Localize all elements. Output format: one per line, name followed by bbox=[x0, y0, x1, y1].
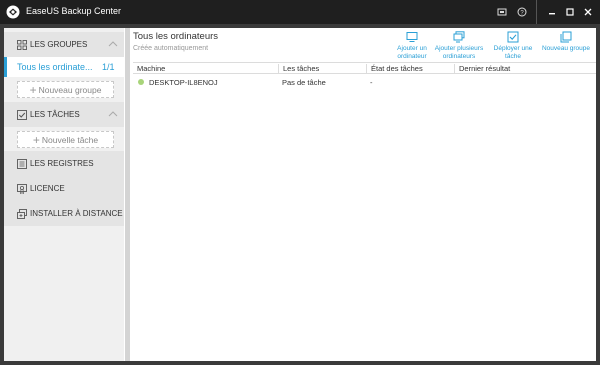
maximize-icon bbox=[566, 8, 574, 16]
sidebar-section-remote-install[interactable]: INSTALLER À DISTANCE bbox=[4, 201, 124, 226]
screenshot-button[interactable] bbox=[494, 4, 510, 20]
new-group-action-button[interactable]: Nouveau groupe bbox=[540, 31, 592, 53]
column-header-task-status[interactable]: État des tâches bbox=[366, 64, 454, 74]
cell-tasks: Pas de tâche bbox=[282, 78, 326, 87]
licence-certificate-icon bbox=[17, 184, 27, 194]
help-icon: ? bbox=[517, 7, 527, 17]
sidebar-section-licence[interactable]: LICENCE bbox=[4, 176, 124, 201]
window-capture-icon bbox=[497, 8, 507, 16]
groups-grid-icon bbox=[17, 40, 27, 50]
action-label-line2: tâche bbox=[505, 53, 521, 60]
deploy-task-button[interactable]: Déployer une tâche bbox=[492, 31, 534, 61]
add-multiple-computers-button[interactable]: Ajouter plusieurs ordinateurs bbox=[434, 31, 484, 61]
cell-machine: DESKTOP-IL8ENOJ bbox=[149, 78, 218, 87]
chevron-up-icon[interactable] bbox=[108, 40, 118, 48]
action-label-line1: Déployer une bbox=[493, 45, 533, 52]
titlebar-separator bbox=[536, 0, 537, 24]
group-count: 1/1 bbox=[102, 62, 115, 72]
new-group-button[interactable]: + Nouveau groupe bbox=[17, 81, 114, 98]
sidebar-section-label: LICENCE bbox=[30, 184, 65, 193]
maximize-button[interactable] bbox=[562, 4, 578, 20]
app-window: EaseUS Backup Center ? LES GROUPES Tous … bbox=[0, 0, 600, 365]
sidebar-section-registers[interactable]: LES REGISTRES bbox=[4, 151, 124, 176]
sidebar-section-groups[interactable]: LES GROUPES bbox=[4, 32, 124, 57]
plus-icon: + bbox=[29, 82, 37, 97]
close-button[interactable] bbox=[580, 4, 596, 20]
main-panel: Tous les ordinateurs Créée automatiqueme… bbox=[130, 28, 596, 361]
register-list-icon bbox=[17, 159, 27, 169]
sidebar-section-tasks[interactable]: LES TÂCHES bbox=[4, 102, 124, 127]
table-row[interactable]: DESKTOP-IL8ENOJ Pas de tâche - bbox=[133, 75, 596, 89]
sidebar-section-label: LES TÂCHES bbox=[30, 110, 80, 119]
action-label-line1: Ajouter plusieurs bbox=[434, 45, 484, 52]
new-task-label: Nouvelle tâche bbox=[41, 134, 99, 145]
column-header-machine[interactable]: Machine bbox=[133, 64, 278, 74]
close-icon bbox=[584, 8, 592, 16]
remote-install-icon bbox=[17, 209, 27, 219]
multiple-computers-icon bbox=[453, 31, 465, 43]
sidebar-section-label: INSTALLER À DISTANCE bbox=[30, 209, 123, 218]
help-button[interactable]: ? bbox=[514, 4, 530, 20]
minimize-icon bbox=[549, 13, 555, 15]
online-status-icon bbox=[138, 79, 144, 85]
sidebar-section-label: LES GROUPES bbox=[30, 40, 88, 49]
add-computer-button[interactable]: Ajouter un ordinateur bbox=[394, 31, 430, 61]
plus-icon: + bbox=[32, 132, 40, 147]
page-title: Tous les ordinateurs bbox=[133, 31, 219, 42]
task-check-icon bbox=[17, 110, 27, 120]
cell-task-status: - bbox=[370, 78, 373, 87]
sidebar: LES GROUPES Tous les ordinate... 1/1 + N… bbox=[4, 28, 124, 361]
computer-icon bbox=[406, 32, 418, 42]
app-title: EaseUS Backup Center bbox=[26, 6, 122, 16]
title-bar: EaseUS Backup Center ? bbox=[0, 0, 600, 24]
page-subtitle: Créée automatiquement bbox=[133, 45, 209, 52]
deploy-task-icon bbox=[507, 31, 519, 43]
new-task-button[interactable]: + Nouvelle tâche bbox=[17, 131, 114, 148]
column-header-last-result[interactable]: Dernier résultat bbox=[454, 64, 594, 74]
selection-indicator bbox=[4, 57, 7, 77]
new-group-label: Nouveau groupe bbox=[38, 84, 102, 95]
chevron-up-icon[interactable] bbox=[108, 110, 118, 118]
sidebar-section-label: LES REGISTRES bbox=[30, 159, 94, 168]
column-header-tasks[interactable]: Les tâches bbox=[278, 64, 366, 74]
easeus-logo-icon bbox=[6, 5, 20, 19]
action-label-line2: ordinateurs bbox=[442, 53, 476, 60]
sidebar-item-all-computers[interactable]: Tous les ordinate... 1/1 bbox=[4, 57, 124, 77]
group-label: Tous les ordinate... bbox=[17, 62, 93, 72]
content-area: LES GROUPES Tous les ordinate... 1/1 + N… bbox=[4, 28, 596, 361]
action-label-line2: ordinateur bbox=[397, 53, 427, 60]
new-group-icon bbox=[560, 31, 572, 43]
action-label-line1: Ajouter un bbox=[397, 45, 427, 52]
minimize-button[interactable] bbox=[544, 4, 560, 20]
table-header: Machine Les tâches État des tâches Derni… bbox=[133, 62, 596, 74]
action-label-line1: Nouveau groupe bbox=[541, 45, 591, 52]
